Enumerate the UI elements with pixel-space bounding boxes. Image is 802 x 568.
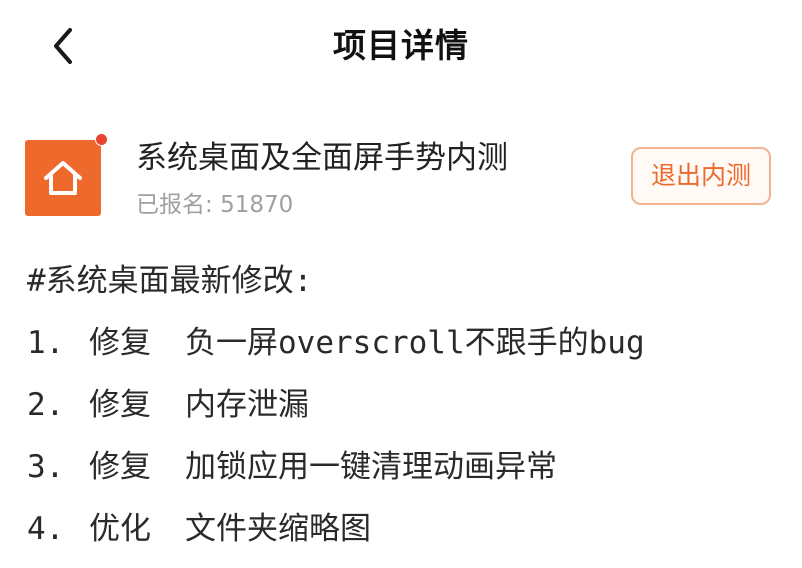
item-description: 内存泄漏 xyxy=(185,387,309,423)
item-number: 2. xyxy=(27,387,65,423)
changelog-heading: #系统桌面最新修改: xyxy=(27,263,313,299)
item-description: 加锁应用一键清理动画异常 xyxy=(185,449,557,485)
item-number: 4. xyxy=(27,511,65,547)
changelog-item: 3. 修复 加锁应用一键清理动画异常 xyxy=(27,436,797,498)
item-number: 3. xyxy=(27,449,65,485)
item-number: 1. xyxy=(27,325,65,361)
home-icon xyxy=(44,161,82,195)
project-icon xyxy=(25,140,101,216)
signup-label: 已报名: xyxy=(136,192,213,218)
item-description: 负一屏overscroll不跟手的bug xyxy=(185,325,645,361)
item-description: 文件夹缩略图 xyxy=(185,511,371,547)
changelog-item: 1. 修复 负一屏overscroll不跟手的bug xyxy=(27,312,797,374)
item-type: 修复 xyxy=(89,387,151,423)
changelog: #系统桌面最新修改: 1. 修复 负一屏overscroll不跟手的bug 2. 修复… xyxy=(27,250,797,560)
page-title: 项目详情 xyxy=(333,26,469,65)
notification-dot xyxy=(95,133,108,146)
signup-count-line: 已报名: 51870 xyxy=(136,188,293,222)
item-type: 优化 xyxy=(89,511,151,547)
top-bar: 项目详情 xyxy=(0,0,802,92)
signup-count: 51870 xyxy=(220,192,294,218)
changelog-item: 2. 修复 内存泄漏 xyxy=(27,374,797,436)
item-type: 修复 xyxy=(89,325,151,361)
project-name: 系统桌面及全面屏手势内测 xyxy=(136,140,508,176)
exit-beta-button[interactable]: 退出内测 xyxy=(631,147,771,205)
changelog-item: 4. 优化 文件夹缩略图 xyxy=(27,498,797,560)
item-type: 修复 xyxy=(89,449,151,485)
